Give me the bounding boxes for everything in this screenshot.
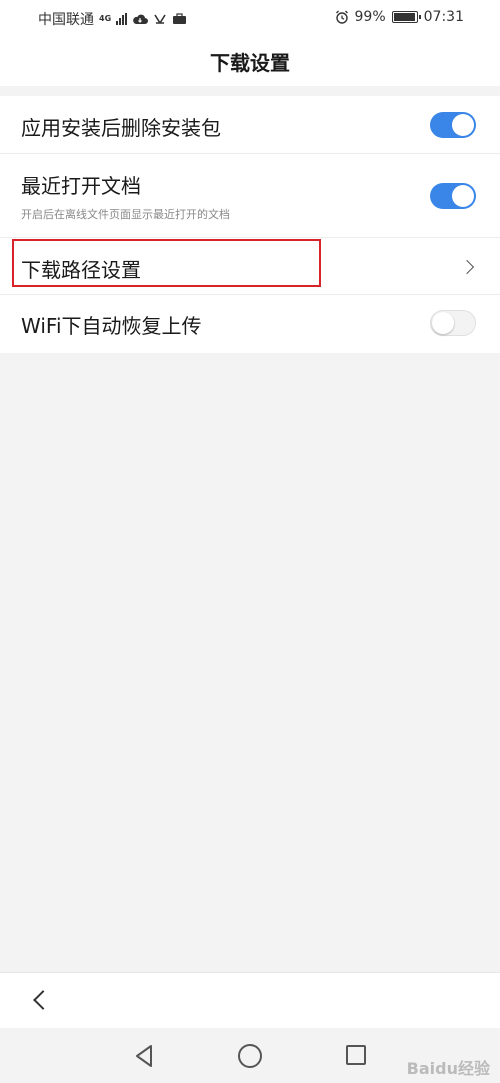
nav-home-icon[interactable] [238,1044,262,1068]
chevron-right-icon [459,259,475,275]
toggle-switch[interactable] [430,183,476,209]
status-bar: 中国联通 4G 99% 07:31 [0,0,500,36]
setting-label: 下载路径设置 [21,258,141,282]
toggle-knob [432,312,454,334]
back-arrow-icon[interactable] [33,990,53,1010]
bottom-toolbar [0,972,500,1028]
signal-icon [116,13,127,25]
page-title: 下载设置 [210,50,290,75]
toggle-switch[interactable] [430,310,476,336]
app-icon [154,14,166,24]
nav-recent-apps-icon[interactable] [346,1045,366,1065]
clock: 07:31 [423,9,464,25]
network-type: 4G [99,14,112,23]
setting-description: 开启后在离线文件页面显示最近打开的文档 [21,208,230,221]
setting-label: 最近打开文档 [21,174,141,198]
toggle-switch[interactable] [430,112,476,138]
setting-label: WiFi下自动恢复上传 [21,314,202,338]
setting-recent-docs[interactable]: 最近打开文档 开启后在离线文件页面显示最近打开的文档 [0,154,500,238]
setting-download-path[interactable]: 下载路径设置 [0,238,500,295]
toggle-knob [452,114,474,136]
toggle-knob [452,185,474,207]
cloud-icon [133,14,148,24]
briefcase-icon [173,13,186,24]
setting-wifi-resume-upload[interactable]: WiFi下自动恢复上传 [0,295,500,353]
settings-list: 应用安装后删除安装包 最近打开文档 开启后在离线文件页面显示最近打开的文档 下载… [0,96,500,353]
watermark: Baidu经验 [406,1059,490,1078]
alarm-icon [335,10,348,24]
page-header: 下载设置 [0,36,500,86]
setting-delete-package[interactable]: 应用安装后删除安装包 [0,96,500,154]
setting-label: 应用安装后删除安装包 [21,116,221,140]
nav-back-icon[interactable] [134,1044,154,1068]
battery-percent: 99% [354,9,386,25]
system-nav-bar: Baidu经验 [0,1028,500,1083]
battery-icon [391,11,421,23]
carrier-label: 中国联通 [38,12,94,28]
